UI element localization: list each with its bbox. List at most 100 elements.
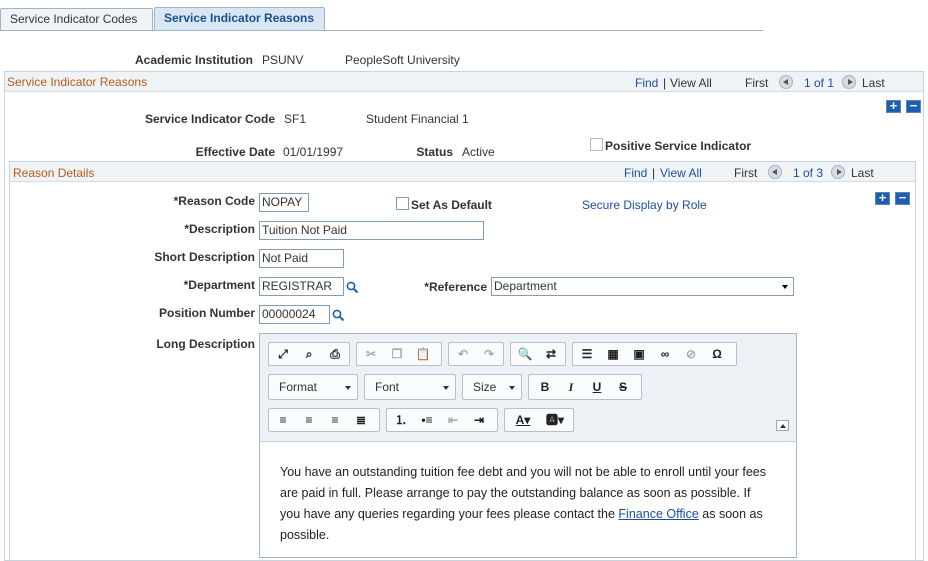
short-description-label: Short Description	[154, 250, 255, 264]
service-indicator-code-label: Service Indicator Code	[144, 112, 275, 126]
short-description-field[interactable]: Not Paid	[259, 249, 344, 268]
department-label: *Department	[183, 278, 255, 292]
align-right-icon[interactable]: ≡	[325, 412, 345, 429]
position-lookup-icon[interactable]	[332, 309, 345, 322]
outer-grid-title: Service Indicator Reasons	[7, 75, 148, 89]
outer-view-all-link[interactable]: View All	[670, 76, 712, 90]
positive-indicator-checkbox[interactable]	[590, 138, 603, 151]
image-icon[interactable]: ▣	[629, 346, 649, 363]
bulleted-list-icon[interactable]: •≡	[417, 412, 437, 429]
link-icon[interactable]: ∞	[655, 346, 675, 363]
tab-service-indicator-reasons[interactable]: Service Indicator Reasons	[154, 7, 325, 31]
text-color-icon[interactable]: A▾	[509, 412, 537, 429]
editor-content[interactable]: You have an outstanding tuition fee debt…	[280, 462, 770, 546]
outer-next-icon[interactable]	[842, 75, 856, 89]
outer-find-link[interactable]: Find	[635, 76, 658, 90]
maximize-icon[interactable]: ⤢	[273, 346, 293, 363]
description-field[interactable]: Tuition Not Paid	[259, 221, 484, 240]
reason-delete-row-minus-icon[interactable]: −	[895, 191, 910, 205]
collapse-toolbar-icon[interactable]	[776, 420, 789, 431]
chevron-down-icon	[345, 386, 351, 390]
service-indicator-code-value: SF1	[284, 112, 307, 126]
reason-view-all-link[interactable]: View All	[660, 166, 702, 180]
toolbar-group-find: 🔍 ⇄	[510, 342, 566, 366]
special-char-icon[interactable]: Ω	[707, 346, 727, 363]
reason-find-link[interactable]: Find	[624, 166, 647, 180]
department-field[interactable]: REGISTRAR	[259, 277, 344, 296]
institution-label: Academic Institution	[134, 53, 253, 67]
status-value: Active	[462, 145, 495, 159]
cut-icon[interactable]: ✂	[361, 346, 381, 363]
format-dropdown-label: Format	[279, 380, 318, 394]
bold-icon[interactable]: B	[535, 379, 555, 396]
secure-display-by-role-link[interactable]: Secure Display by Role	[582, 198, 707, 212]
set-as-default-checkbox[interactable]	[396, 197, 409, 210]
align-center-icon[interactable]: ≡	[299, 412, 319, 429]
description-label: *Description	[184, 222, 255, 236]
redo-icon[interactable]: ↷	[479, 346, 499, 363]
status-label: Status	[416, 145, 453, 159]
paste-icon[interactable]: 📋	[413, 346, 433, 363]
reason-code-field[interactable]: NOPAY	[259, 193, 309, 212]
position-number-label: Position Number	[158, 306, 255, 320]
find-icon[interactable]: 🔍	[515, 346, 535, 363]
preview-icon[interactable]: ⌕	[299, 346, 319, 363]
strikethrough-icon[interactable]: S	[613, 379, 633, 396]
copy-icon[interactable]: ❐	[387, 346, 407, 363]
italic-icon[interactable]: I	[561, 379, 581, 396]
underline-icon[interactable]: U	[587, 379, 607, 396]
size-dropdown-label: Size	[473, 380, 497, 394]
reason-grid-title: Reason Details	[13, 166, 95, 180]
table-icon[interactable]: ▦	[603, 346, 623, 363]
toolbar-group-undo: ↶ ↷	[448, 342, 504, 366]
add-row-plus-icon[interactable]: +	[886, 99, 901, 113]
toolbar-group-style: B I U S	[528, 374, 642, 400]
institution-name: PeopleSoft University	[345, 53, 460, 67]
chevron-down-icon	[782, 285, 788, 289]
font-dropdown[interactable]: Font	[364, 374, 456, 400]
reason-add-row-plus-icon[interactable]: +	[875, 191, 890, 205]
toolbar-group-clipboard: ✂ ❐ 📋	[356, 342, 442, 366]
justify-icon[interactable]: ≣	[351, 412, 371, 429]
position-number-field[interactable]: 00000024	[259, 305, 330, 324]
department-lookup-icon[interactable]	[346, 281, 359, 294]
reason-separator: |	[652, 166, 656, 180]
tab-underline	[0, 30, 763, 31]
horizontal-rule-icon[interactable]: ☰	[577, 346, 597, 363]
outer-row-count: 1 of 1	[804, 76, 835, 90]
print-icon[interactable]: ⎙	[325, 346, 345, 363]
outer-prev-icon[interactable]	[779, 75, 793, 89]
effective-date-value: 01/01/1997	[283, 145, 344, 159]
service-indicator-code-desc: Student Financial 1	[366, 112, 469, 126]
long-description-editor[interactable]: ⤢ ⌕ ⎙ ✂ ❐ 📋 ↶ ↷ 🔍 ⇄ ☰ ▦ ▣ ∞ ⊘ Ω Format F…	[259, 333, 797, 558]
set-as-default-label: Set As Default	[411, 198, 492, 212]
align-left-icon[interactable]: ≡	[273, 412, 293, 429]
toolbar-group-insert: ☰ ▦ ▣ ∞ ⊘ Ω	[572, 342, 737, 366]
outdent-icon[interactable]: ⇤	[443, 412, 463, 429]
format-dropdown[interactable]: Format	[268, 374, 358, 400]
reference-select[interactable]: Department	[491, 277, 794, 296]
background-color-icon[interactable]: 🅰▾	[541, 412, 569, 429]
unlink-icon[interactable]: ⊘	[681, 346, 701, 363]
toolbar-group-lists: ⒈ •≡ ⇤ ⇥	[386, 408, 498, 432]
reason-prev-icon[interactable]	[768, 165, 782, 179]
replace-icon[interactable]: ⇄	[541, 346, 561, 363]
chevron-down-icon	[443, 386, 449, 390]
chevron-down-icon	[509, 386, 515, 390]
indent-icon[interactable]: ⇥	[469, 412, 489, 429]
numbered-list-icon[interactable]: ⒈	[391, 412, 411, 429]
editor-toolbar: ⤢ ⌕ ⎙ ✂ ❐ 📋 ↶ ↷ 🔍 ⇄ ☰ ▦ ▣ ∞ ⊘ Ω Format F…	[260, 334, 796, 442]
toolbar-group-align: ≡ ≡ ≡ ≣	[268, 408, 380, 432]
undo-icon[interactable]: ↶	[453, 346, 473, 363]
tab-service-indicator-codes[interactable]: Service Indicator Codes	[0, 8, 153, 31]
institution-code: PSUNV	[262, 53, 304, 67]
positive-indicator-label: Positive Service Indicator	[605, 139, 752, 153]
reason-next-icon[interactable]	[831, 165, 845, 179]
size-dropdown[interactable]: Size	[462, 374, 522, 400]
reference-label: *Reference	[424, 280, 487, 294]
long-description-label: Long Description	[156, 337, 255, 351]
reference-selected-value: Department	[494, 279, 557, 293]
finance-office-link[interactable]: Finance Office	[618, 507, 698, 521]
delete-row-minus-icon[interactable]: −	[906, 99, 921, 113]
font-dropdown-label: Font	[375, 380, 400, 394]
